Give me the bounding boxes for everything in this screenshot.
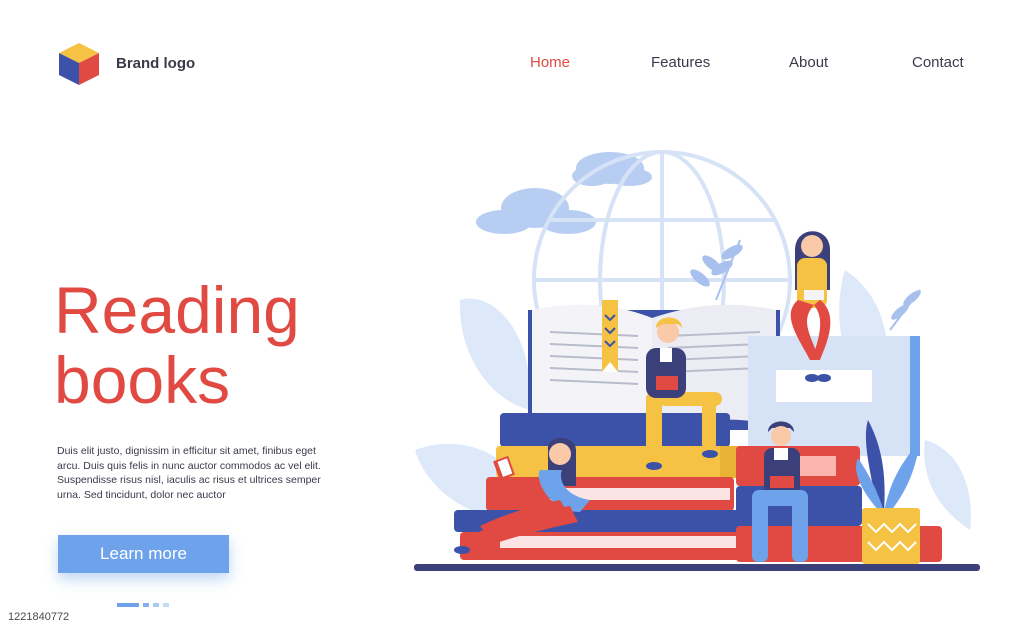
pager-dot[interactable] bbox=[163, 603, 169, 607]
pagination-indicator bbox=[117, 603, 169, 607]
pager-dot[interactable] bbox=[143, 603, 149, 607]
nav-features[interactable]: Features bbox=[651, 54, 710, 71]
learn-more-button[interactable]: Learn more bbox=[58, 535, 229, 573]
nav-contact[interactable]: Contact bbox=[912, 54, 964, 71]
cloud-icon bbox=[476, 188, 596, 234]
pager-dot-active[interactable] bbox=[117, 603, 139, 607]
ground-line bbox=[414, 564, 980, 571]
hero-title-line-2: books bbox=[54, 343, 231, 417]
nav-home[interactable]: Home bbox=[530, 54, 570, 71]
hero-description: Duis elit justo, dignissim in efficitur … bbox=[57, 445, 321, 501]
hero-title: Reading books bbox=[54, 275, 300, 415]
reading-books-illustration bbox=[414, 150, 980, 571]
pager-dot[interactable] bbox=[153, 603, 159, 607]
main-nav: Home Features About Contact bbox=[0, 54, 1024, 74]
stock-image-id: 1221840772 bbox=[0, 605, 78, 629]
nav-about[interactable]: About bbox=[789, 54, 828, 71]
hero-title-line-1: Reading bbox=[54, 273, 300, 347]
